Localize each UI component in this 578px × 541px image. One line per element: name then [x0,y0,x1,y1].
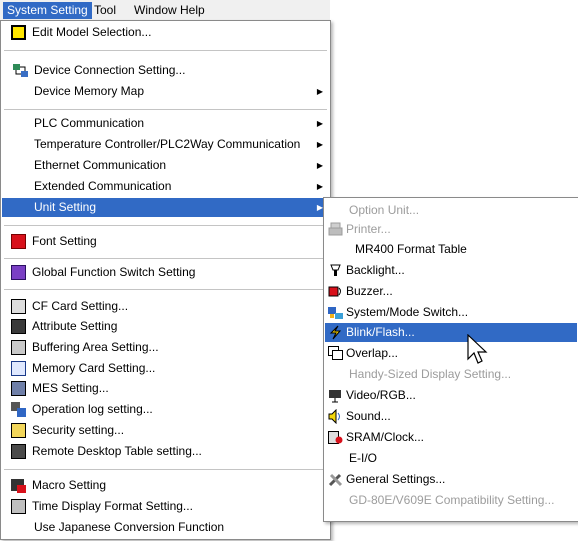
menu-item-sram-clock[interactable]: SRAM/Clock... [325,428,577,447]
attribute-icon [11,319,26,334]
menu-item-memory-card-setting[interactable]: Memory Card Setting... [2,359,329,378]
menu-item-ethernet-communication[interactable]: Ethernet Communication ▶ [2,156,329,175]
menu-item-operation-log-setting[interactable]: Operation log setting... [2,400,329,419]
buzzer-icon [328,284,343,299]
system-mode-switch-icon [328,305,343,320]
menu-item-handy-sized-display[interactable]: Handy-Sized Display Setting... [325,365,577,384]
menu-item-buffering-area-setting[interactable]: Buffering Area Setting... [2,338,329,357]
menu-item-extended-communication[interactable]: Extended Communication ▶ [2,177,329,196]
menu-item-mes-setting[interactable]: MES Setting... [2,379,329,398]
menu-item-backlight[interactable]: Backlight... [325,261,577,280]
mes-icon [11,381,26,396]
submenu-arrow-icon: ▶ [316,182,323,191]
separator [4,258,327,259]
menu-item-security-setting[interactable]: Security setting... [2,421,329,440]
separator [4,50,327,51]
menu-item-gd80e-compatibility[interactable]: GD-80E/V609E Compatibility Setting... [325,491,577,510]
time-display-icon [11,499,26,514]
font-icon [11,234,26,249]
menu-item-blink-flash[interactable]: Blink/Flash... [325,323,577,342]
menu-bar: System Setting Tool Window Help [0,0,330,20]
system-setting-menu: Edit Model Selection... Device Connectio… [0,20,331,540]
separator [4,225,327,226]
printer-icon [328,222,343,237]
menu-item-device-connection[interactable]: Device Connection Setting... [2,61,329,80]
menu-tool[interactable]: Tool [90,2,120,19]
submenu-arrow-icon: ▶ [316,161,323,170]
overlap-icon [328,346,343,361]
memory-card-icon [11,361,26,376]
menu-item-sound[interactable]: Sound... [325,407,577,426]
menu-item-global-function-switch[interactable]: Global Function Switch Setting [2,263,329,282]
macro-icon [11,478,26,493]
menu-item-printer[interactable]: Printer... [325,220,577,239]
menu-item-attribute-setting[interactable]: Attribute Setting [2,317,329,336]
submenu-arrow-icon: ▶ [316,140,323,149]
buffering-icon [11,340,26,355]
menu-item-font-setting[interactable]: Font Setting [2,232,329,251]
separator [4,109,327,110]
menu-item-remote-desktop-table[interactable]: Remote Desktop Table setting... [2,442,329,461]
menu-item-japanese-conversion[interactable]: Use Japanese Conversion Function [2,518,329,537]
mouse-cursor-icon [466,333,490,368]
menu-item-device-memory-map[interactable]: Device Memory Map ▶ [2,82,329,101]
backlight-icon [328,263,343,278]
menu-item-e-io[interactable]: E-I/O [325,449,577,468]
menu-item-cf-card-setting[interactable]: CF Card Setting... [2,297,329,316]
separator [4,289,327,290]
cf-card-icon [11,299,26,314]
general-settings-icon [328,472,343,487]
security-icon [11,423,26,438]
submenu-arrow-icon: ▶ [316,119,323,128]
menu-item-option-unit[interactable]: Option Unit... [325,201,577,220]
menu-item-mr400-format-table[interactable]: MR400 Format Table [325,240,577,259]
menu-item-buzzer[interactable]: Buzzer... [325,282,577,301]
submenu-arrow-icon: ▶ [316,87,323,96]
remote-desktop-icon [11,444,26,459]
menu-item-macro-setting[interactable]: Macro Setting [2,476,329,495]
video-rgb-icon [328,388,343,403]
menu-item-unit-setting[interactable]: Unit Setting ▶ [2,198,329,217]
menu-system-setting[interactable]: System Setting [3,2,92,19]
unit-setting-submenu: Option Unit... Printer... MR400 Format T… [323,197,578,522]
menu-item-video-rgb[interactable]: Video/RGB... [325,386,577,405]
menu-item-system-mode-switch[interactable]: System/Mode Switch... [325,303,577,322]
operation-log-icon [11,402,26,417]
menu-item-edit-model-selection[interactable]: Edit Model Selection... [2,23,329,42]
sound-icon [328,409,343,424]
menu-item-time-display-format[interactable]: Time Display Format Setting... [2,497,329,516]
menu-item-overlap[interactable]: Overlap... [325,344,577,363]
menu-item-general-settings[interactable]: General Settings... [325,470,577,489]
menu-help[interactable]: Help [176,2,209,19]
model-icon [11,25,26,40]
menu-window[interactable]: Window [130,2,181,19]
blink-flash-icon [328,325,343,340]
connection-icon [13,63,28,78]
menu-item-plc-communication[interactable]: PLC Communication ▶ [2,114,329,133]
function-switch-icon [11,265,26,280]
sram-clock-icon [328,430,343,445]
separator [4,469,327,470]
menu-item-temperature-controller[interactable]: Temperature Controller/PLC2Way Communica… [2,135,329,154]
